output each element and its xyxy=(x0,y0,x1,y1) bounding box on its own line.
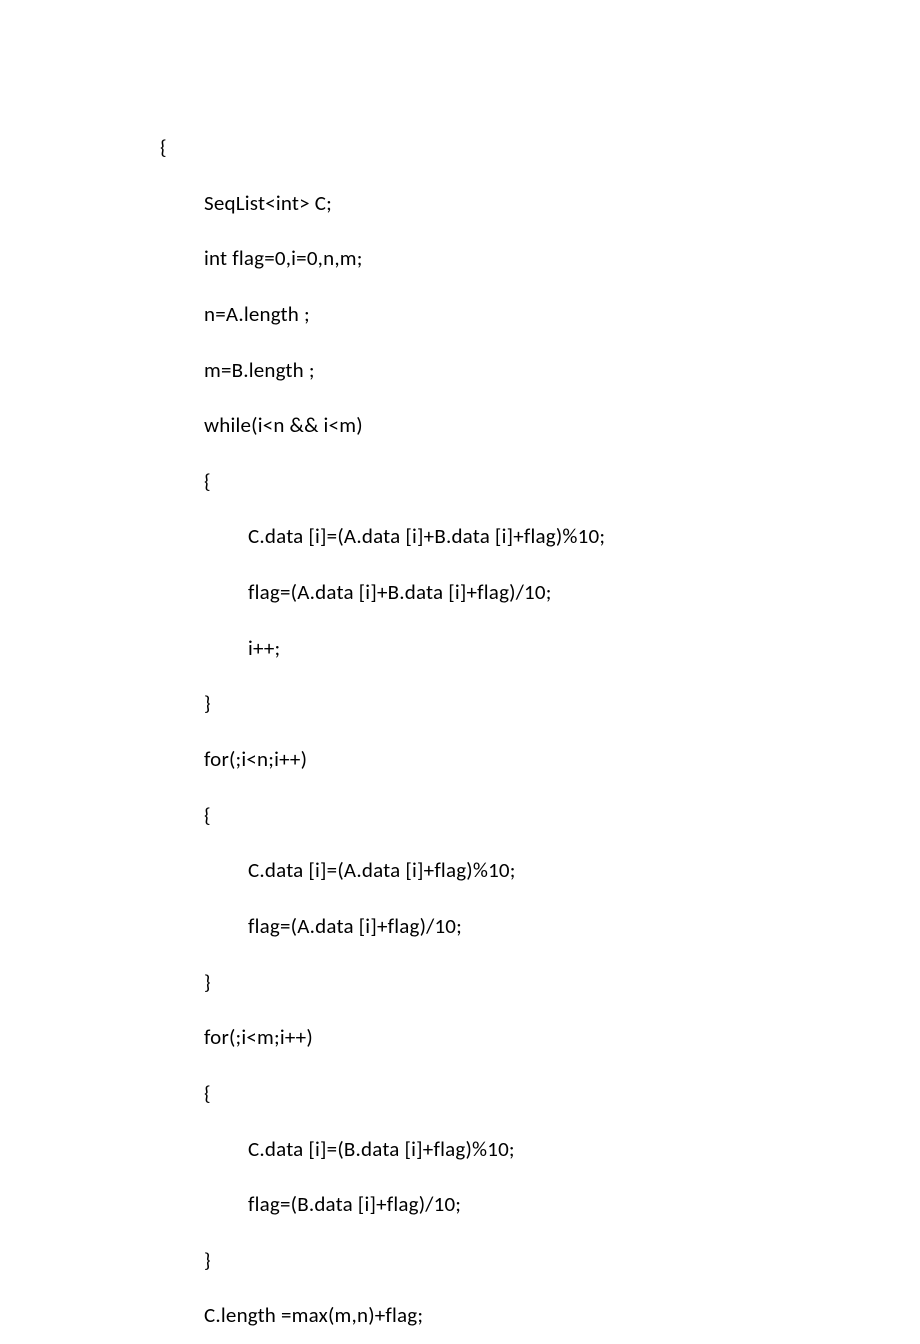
code-line: flag=(A.data [i]+B.data [i]+flag)/10; xyxy=(160,565,840,621)
code-line: C.data [i]=(A.data [i]+flag)%10; xyxy=(160,843,840,899)
code-line: { xyxy=(160,454,840,510)
code-line: { xyxy=(160,1066,840,1122)
code-line: C.data [i]=(A.data [i]+B.data [i]+flag)%… xyxy=(160,509,840,565)
code-line: n=A.length ; xyxy=(160,287,840,343)
code-line: { xyxy=(160,788,840,844)
code-line: for(;i<n;i++) xyxy=(160,732,840,788)
code-line: for(;i<m;i++) xyxy=(160,1010,840,1066)
code-line: C.data [i]=(B.data [i]+flag)%10; xyxy=(160,1122,840,1178)
code-line: flag=(B.data [i]+flag)/10; xyxy=(160,1177,840,1233)
code-line: m=B.length ; xyxy=(160,343,840,399)
code-block: {SeqList<int> C;int flag=0,i=0,n,m;n=A.l… xyxy=(160,120,840,1344)
code-line: { xyxy=(160,120,840,176)
code-line: while(i<n && i<m) xyxy=(160,398,840,454)
code-line: int flag=0,i=0,n,m; xyxy=(160,231,840,287)
code-line: } xyxy=(160,955,840,1011)
code-line: flag=(A.data [i]+flag)/10; xyxy=(160,899,840,955)
code-line: SeqList<int> C; xyxy=(160,176,840,232)
code-line: } xyxy=(160,1233,840,1289)
code-line: i++; xyxy=(160,621,840,677)
code-line: } xyxy=(160,676,840,732)
code-line: C.length =max(m,n)+flag; xyxy=(160,1288,840,1344)
